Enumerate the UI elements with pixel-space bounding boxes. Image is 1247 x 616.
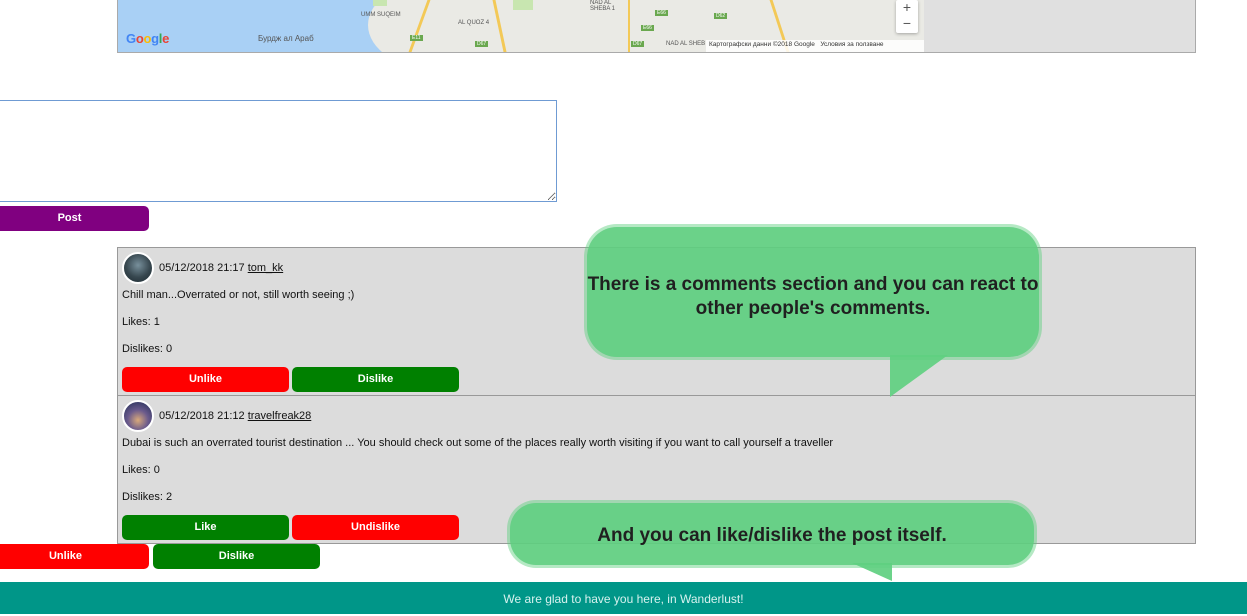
map-park bbox=[513, 0, 533, 10]
comment-dislike-button[interactable]: Dislike bbox=[292, 367, 459, 392]
comment-meta: 05/12/2018 21:12 travelfreak28 bbox=[159, 410, 311, 422]
map-terms-link[interactable]: Условия за ползване bbox=[820, 41, 883, 48]
road-shield: E66 bbox=[641, 25, 654, 31]
post-reaction-callout: And you can like/dislike the post itself… bbox=[510, 503, 1034, 565]
google-logo: Google bbox=[126, 31, 170, 46]
map-road bbox=[628, 0, 630, 52]
zoom-in-button[interactable]: + bbox=[896, 0, 918, 16]
avatar bbox=[122, 252, 154, 284]
comment-unlike-button[interactable]: Unlike bbox=[122, 367, 289, 392]
callout-tail bbox=[852, 563, 892, 581]
comment-username-link[interactable]: tom_kk bbox=[248, 262, 283, 274]
dislikes-count: Dislikes: 0 bbox=[122, 343, 173, 355]
comment-undislike-button[interactable]: Undislike bbox=[292, 515, 459, 540]
map-label: AL QUOZ 4 bbox=[458, 20, 490, 26]
post-unlike-button[interactable]: Unlike bbox=[0, 544, 149, 569]
road-shield: D62 bbox=[714, 13, 728, 19]
comment-textarea[interactable] bbox=[0, 100, 557, 202]
callout-tail bbox=[890, 355, 948, 397]
footer-text: We are glad to have you here, in Wanderl… bbox=[503, 592, 744, 606]
map-attribution: Картографски данни ©2018 Google Условия … bbox=[706, 40, 924, 52]
road-shield: D67 bbox=[631, 41, 645, 47]
comment-text: Chill man...Overrated or not, still wort… bbox=[122, 289, 355, 301]
dislikes-count: Dislikes: 2 bbox=[122, 491, 173, 503]
avatar bbox=[122, 400, 154, 432]
road-shield: E66 bbox=[655, 10, 668, 16]
map[interactable]: UMM SUQEIM Бурдж ал Араб AL QUOZ 4 NAD A… bbox=[118, 0, 924, 52]
zoom-out-button[interactable]: − bbox=[896, 16, 918, 32]
likes-count: Likes: 0 bbox=[122, 464, 160, 476]
post-button[interactable]: Post bbox=[0, 206, 149, 231]
map-park bbox=[373, 0, 387, 6]
map-label: NAD AL SHEBA 1 bbox=[590, 0, 616, 12]
comment-like-button[interactable]: Like bbox=[122, 515, 289, 540]
comment-text: Dubai is such an overrated tourist desti… bbox=[122, 437, 834, 449]
map-label: Бурдж ал Араб bbox=[258, 34, 314, 43]
road-shield: D67 bbox=[475, 41, 489, 47]
post-dislike-button[interactable]: Dislike bbox=[153, 544, 320, 569]
footer: We are glad to have you here, in Wanderl… bbox=[0, 582, 1247, 614]
map-label: UMM SUQEIM bbox=[361, 12, 401, 18]
comments-callout: There is a comments section and you can … bbox=[587, 227, 1039, 357]
map-attribution-text: Картографски данни ©2018 Google bbox=[709, 41, 815, 48]
map-label: NAD AL SHEB bbox=[666, 41, 706, 47]
comment-meta: 05/12/2018 21:17 tom_kk bbox=[159, 262, 283, 274]
likes-count: Likes: 1 bbox=[122, 316, 160, 328]
comment-username-link[interactable]: travelfreak28 bbox=[248, 410, 312, 422]
comment-timestamp: 05/12/2018 21:12 bbox=[159, 410, 245, 422]
comment-timestamp: 05/12/2018 21:17 bbox=[159, 262, 245, 274]
zoom-control: + − bbox=[896, 0, 918, 33]
road-shield: E11 bbox=[410, 35, 423, 41]
